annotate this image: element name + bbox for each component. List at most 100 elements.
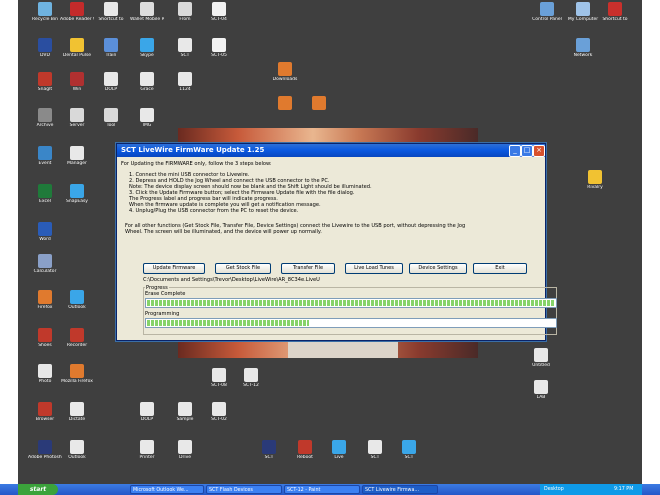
- desktop-icon-image: [278, 96, 292, 110]
- desktop-icon[interactable]: Sample: [168, 402, 202, 422]
- desktop-icon[interactable]: SnapEasy: [60, 184, 94, 204]
- desktop-icon[interactable]: Event: [28, 146, 62, 166]
- desktop-icon[interactable]: Excel: [28, 184, 62, 204]
- desktop-icon[interactable]: Calculator: [28, 254, 62, 274]
- desktop-icon[interactable]: 1124: [168, 72, 202, 92]
- get-stock-file-button[interactable]: Get Stock File: [215, 263, 271, 274]
- desktop-icon-label: SCT-04: [211, 17, 227, 22]
- desktop-icon[interactable]: Browser: [28, 402, 62, 422]
- desktop-icon[interactable]: Word: [28, 222, 62, 242]
- title-bar[interactable]: SCT LiveWire FirmWare Update 1.25 _ □ ×: [117, 144, 545, 157]
- maximize-icon[interactable]: □: [521, 145, 533, 157]
- desktop-icon[interactable]: Recycle Bin: [28, 2, 62, 22]
- desktop-icon[interactable]: Outlook: [60, 290, 94, 310]
- desktop-icon-image: [104, 2, 118, 16]
- desktop-icon[interactable]: SCT-08: [202, 368, 236, 388]
- task-outlook[interactable]: Microsoft Outlook We...: [130, 485, 204, 494]
- desktop-icon[interactable]: Manager: [60, 146, 94, 166]
- desktop-icon[interactable]: Outlook: [60, 440, 94, 460]
- start-button[interactable]: start: [18, 484, 58, 495]
- tray-desktop-label[interactable]: Desktop: [544, 484, 564, 495]
- desktop-icon-image: [212, 2, 226, 16]
- desktop-icon[interactable]: SnagIt: [28, 72, 62, 92]
- desktop-icon[interactable]: Shortcut to: [598, 2, 632, 22]
- desktop-icon-image: [178, 402, 192, 416]
- desktop-icon[interactable]: Win: [60, 72, 94, 92]
- desktop-icon[interactable]: DVD: [28, 38, 62, 58]
- desktop-icon[interactable]: Grace: [130, 72, 164, 92]
- desktop-icon[interactable]: SCT-02: [202, 402, 236, 422]
- desktop-icon[interactable]: SCT-05: [202, 38, 236, 58]
- task-paint[interactable]: SCT-12 - Paint: [284, 485, 360, 494]
- device-settings-button[interactable]: Device Settings: [409, 263, 467, 274]
- desktop-icon-label: Calculator: [33, 269, 57, 274]
- desktop-icon[interactable]: LAB: [524, 380, 558, 400]
- desktop-icon-label: Rivalry: [587, 185, 603, 190]
- desktop-icon-image: [70, 146, 84, 160]
- desktop-icon[interactable]: Control Panel: [530, 2, 564, 22]
- desktop-icon-label: Train: [105, 53, 117, 58]
- desktop-icon[interactable]: SCT: [168, 38, 202, 58]
- desktop-icon[interactable]: SCT: [252, 440, 286, 460]
- desktop-icon[interactable]: Train: [94, 38, 128, 58]
- desktop-icon[interactable]: IMG: [130, 108, 164, 128]
- task-livewire[interactable]: SCT Livewire Firmwa...: [362, 485, 438, 494]
- desktop-icon[interactable]: Rivalry: [578, 170, 612, 190]
- desktop-icon[interactable]: Skype: [130, 38, 164, 58]
- desktop-icon[interactable]: Tool: [94, 108, 128, 128]
- desktop-icon[interactable]: Server: [60, 108, 94, 128]
- desktop-icon[interactable]: SCT-12: [234, 368, 268, 388]
- desktop-icon-label: From: [179, 17, 191, 22]
- desktop-icon-label: Grace: [140, 87, 154, 92]
- minimize-icon[interactable]: _: [509, 145, 521, 157]
- desktop-icon-image: [262, 440, 276, 454]
- desktop-icon-image: [402, 440, 416, 454]
- update-firmware-button[interactable]: Update Firmware: [143, 263, 205, 274]
- desktop-icon[interactable]: Wallet Mobile Reader: [130, 2, 164, 22]
- progress-status: Erase Complete: [145, 291, 186, 297]
- desktop-icon[interactable]: Untitled: [524, 348, 558, 368]
- desktop-icon-label: Mozilla Firefox: [61, 379, 93, 384]
- close-icon[interactable]: ×: [533, 145, 545, 157]
- desktop-icon-image: [70, 328, 84, 342]
- desktop-icon-image: [140, 72, 154, 86]
- desktop-icon[interactable]: Dictate: [60, 402, 94, 422]
- desktop-icon-image: [368, 440, 382, 454]
- desktop-icon-image: [38, 108, 52, 122]
- task-sct-flash[interactable]: SCT Flash Devices: [206, 485, 282, 494]
- desktop-icon[interactable]: SCT-04: [202, 2, 236, 22]
- desktop-icon-image: [244, 368, 258, 382]
- desktop-icon[interactable]: Reboot: [288, 440, 322, 460]
- desktop-icon[interactable]: Live: [322, 440, 356, 460]
- desktop-icon[interactable]: SCT: [358, 440, 392, 460]
- desktop-icon[interactable]: Shoes: [28, 328, 62, 348]
- desktop-icon[interactable]: DOLP: [130, 402, 164, 422]
- desktop-icon[interactable]: Network: [566, 38, 600, 58]
- desktop-icon[interactable]: [268, 96, 302, 111]
- desktop-icon[interactable]: Dental Pulse: [60, 38, 94, 58]
- live-load-tunes-button[interactable]: Live Load Tunes: [345, 263, 403, 274]
- desktop-icon[interactable]: Shortcut to: [94, 2, 128, 22]
- desktop-icon[interactable]: Downloads: [268, 62, 302, 82]
- desktop-icon[interactable]: My Computer: [566, 2, 600, 22]
- dialog-body: For Updating the FIRMWARE only, follow t…: [121, 159, 557, 337]
- desktop-icon[interactable]: Recorder: [60, 328, 94, 348]
- desktop-icon[interactable]: [302, 96, 336, 111]
- transfer-file-button[interactable]: Transfer File: [281, 263, 335, 274]
- exit-button[interactable]: Exit: [473, 263, 527, 274]
- desktop-icon[interactable]: Archive: [28, 108, 62, 128]
- desktop-icon[interactable]: Printer: [130, 440, 164, 460]
- desktop-icon-label: Sample: [176, 417, 194, 422]
- desktop-icon[interactable]: Photo: [28, 364, 62, 384]
- desktop-icon[interactable]: Firefox: [28, 290, 62, 310]
- desktop-icon-label: LAB: [536, 395, 546, 400]
- desktop-icon[interactable]: DOLP: [94, 72, 128, 92]
- desktop-icon[interactable]: SCT: [392, 440, 426, 460]
- desktop-icon[interactable]: Adobe Photoshop: [28, 440, 62, 460]
- desktop-icon[interactable]: Adobe Reader 9: [60, 2, 94, 22]
- desktop-icon[interactable]: Drive: [168, 440, 202, 460]
- desktop-icon-image: [588, 170, 602, 184]
- desktop-icon[interactable]: From: [168, 2, 202, 22]
- desktop-icon[interactable]: Mozilla Firefox: [60, 364, 94, 384]
- desktop-icon-image: [104, 72, 118, 86]
